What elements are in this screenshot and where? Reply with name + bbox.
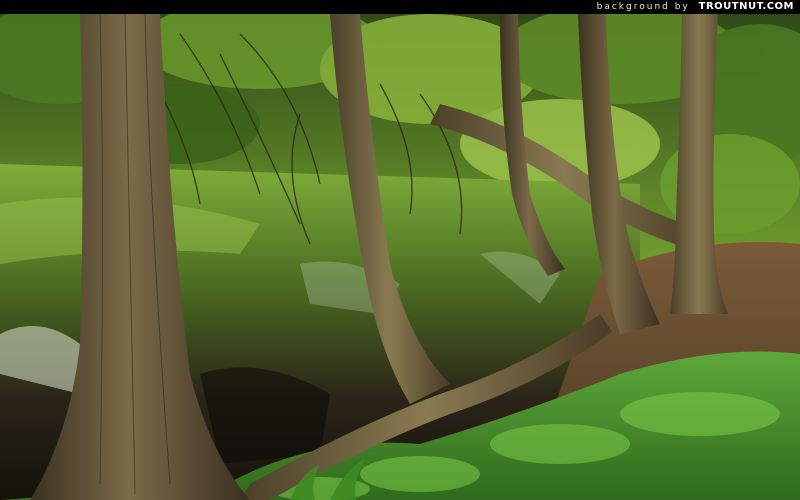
credit-brand: TROUTNUT.COM (698, 1, 794, 12)
top-credit-bar: background by TROUTNUT.COM (0, 0, 800, 14)
forest-photo (0, 14, 800, 500)
credit-line: background by TROUTNUT.COM (597, 0, 794, 14)
forest-illustration (0, 14, 800, 500)
credit-prefix: background by (596, 2, 690, 12)
